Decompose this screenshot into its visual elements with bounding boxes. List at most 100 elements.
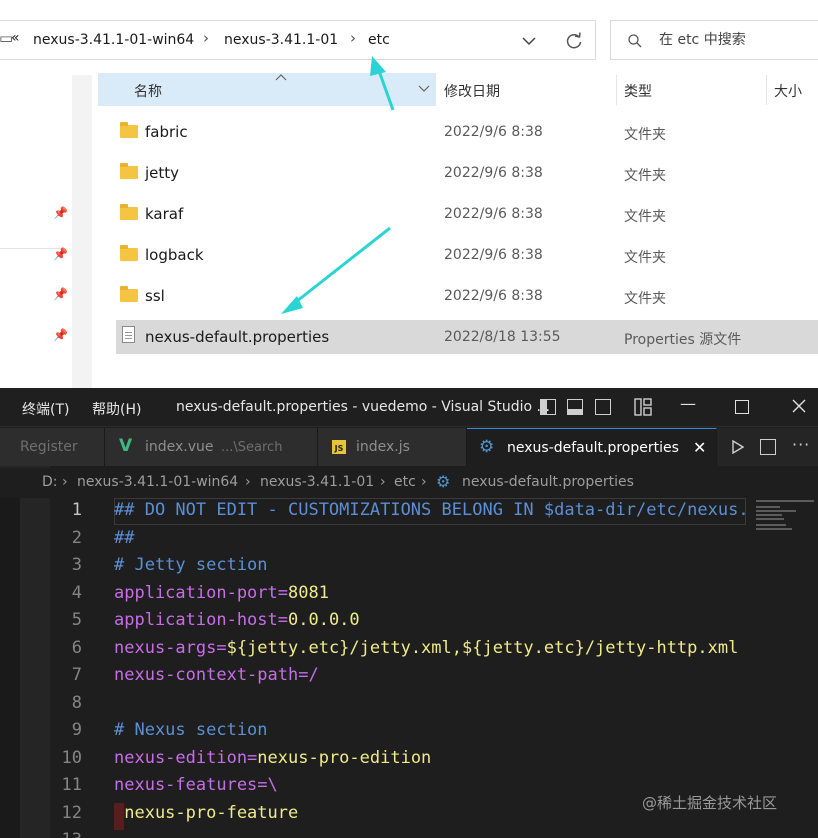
column-name[interactable]: 名称 <box>98 73 436 106</box>
split-editor-icon[interactable] <box>760 439 776 455</box>
chevron-right-icon: › <box>380 474 386 490</box>
tab-label: index.vue <box>145 439 214 455</box>
property-key: nexus-features=\ <box>114 775 278 795</box>
folder-icon <box>120 204 138 220</box>
sort-ascending-icon <box>275 74 287 81</box>
run-icon[interactable] <box>730 440 744 454</box>
column-size[interactable]: 大小 <box>774 81 802 101</box>
line-number-gutter: 1 2 3 4 5 6 7 8 9 10 11 12 13 <box>50 498 112 838</box>
explorer-sidebar <box>0 466 50 838</box>
toggle-panel-icon[interactable] <box>567 399 583 415</box>
more-actions-icon[interactable]: ··· <box>792 435 810 454</box>
search-input[interactable] <box>657 31 818 49</box>
column-divider[interactable] <box>616 75 617 105</box>
file-name: nexus-default.properties <box>145 328 330 346</box>
chevron-right-icon: › <box>245 474 251 490</box>
file-name: jetty <box>145 164 180 182</box>
line-number: 3 <box>71 555 82 575</box>
breadcrumb-etc[interactable]: etc <box>368 32 390 48</box>
breadcrumb-file[interactable]: nexus-default.properties <box>462 474 634 490</box>
tab-index-vue[interactable]: V index.vue ...\Search <box>105 428 318 466</box>
minimap-line <box>756 514 782 516</box>
file-type: 文件夹 <box>624 291 666 307</box>
pin-icon[interactable]: 📌 <box>53 206 68 220</box>
toggle-secondary-sidebar-icon[interactable] <box>595 399 611 415</box>
maximize-icon[interactable] <box>735 400 749 414</box>
pin-icon[interactable]: 📌 <box>53 287 68 301</box>
file-date: 2022/9/6 8:38 <box>444 124 543 140</box>
line-number: 10 <box>61 748 82 768</box>
line-number: 6 <box>71 638 82 658</box>
file-name: fabric <box>145 123 188 141</box>
breadcrumb-nexus[interactable]: nexus-3.41.1-01 <box>224 32 338 48</box>
property-key: application-host= <box>114 610 288 630</box>
code-line: nexus-pro-feature <box>114 803 298 823</box>
file-row[interactable]: jetty 2022/9/6 8:38 文件夹 <box>116 156 818 190</box>
minimap-line <box>756 518 784 520</box>
column-divider[interactable] <box>766 75 767 105</box>
breadcrumb-etc[interactable]: etc <box>394 474 416 490</box>
toggle-sidebar-icon[interactable] <box>540 399 556 415</box>
breadcrumb-win64[interactable]: nexus-3.41.1-01-win64 <box>77 474 238 490</box>
menu-help[interactable]: 帮助(H) <box>92 399 141 419</box>
file-row[interactable]: ssl 2022/9/6 8:38 文件夹 <box>116 279 818 313</box>
refresh-icon[interactable] <box>564 31 584 51</box>
tab-register[interactable]: Register <box>0 428 105 466</box>
file-date: 2022/8/18 13:55 <box>444 329 561 345</box>
address-overflow-button[interactable]: « <box>11 30 20 46</box>
minimize-icon[interactable]: — <box>680 394 696 413</box>
property-key: application-port= <box>114 583 288 603</box>
column-type[interactable]: 类型 <box>624 81 652 101</box>
file-explorer: ▭ « nexus-3.41.1-01-win64 › nexus-3.41.1… <box>0 0 818 388</box>
file-name: logback <box>145 246 204 264</box>
breadcrumb-drive[interactable]: D: <box>42 474 58 490</box>
code-line: ## <box>114 528 135 548</box>
file-row[interactable]: fabric 2022/9/6 8:38 文件夹 <box>116 115 818 149</box>
breadcrumb-win64[interactable]: nexus-3.41.1-01-win64 <box>33 32 194 48</box>
minimap[interactable] <box>750 498 818 838</box>
file-row[interactable]: karaf 2022/9/6 8:38 文件夹 <box>116 197 818 231</box>
line-number: 5 <box>71 610 82 630</box>
sidebar-panel <box>0 498 20 838</box>
menu-terminal[interactable]: 终端(T) <box>22 399 69 419</box>
property-value: 8081 <box>288 583 329 603</box>
close-icon[interactable] <box>792 399 806 413</box>
address-bar[interactable]: ▭ « nexus-3.41.1-01-win64 › nexus-3.41.1… <box>0 20 596 60</box>
property-value: nexus-pro-feature <box>114 803 299 823</box>
code-editor[interactable]: ## DO NOT EDIT - CUSTOMIZATIONS BELONG I… <box>114 498 746 838</box>
code-line: ## DO NOT EDIT - CUSTOMIZATIONS BELONG I… <box>114 500 746 520</box>
chevron-down-icon[interactable] <box>418 85 430 93</box>
file-date: 2022/9/6 8:38 <box>444 247 543 263</box>
search-box[interactable] <box>610 20 818 60</box>
breadcrumb-nexus[interactable]: nexus-3.41.1-01 <box>260 474 374 490</box>
file-date: 2022/9/6 8:38 <box>444 206 543 222</box>
chevron-right-icon: › <box>421 474 427 490</box>
editor-tabs: Register V index.vue ...\Search JS index… <box>0 428 818 466</box>
file-row[interactable]: logback 2022/9/6 8:38 文件夹 <box>116 238 818 272</box>
tab-index-js[interactable]: JS index.js <box>318 428 467 466</box>
file-name: karaf <box>145 205 184 223</box>
file-type: Properties 源文件 <box>624 332 742 348</box>
pin-icon[interactable]: 📌 <box>53 247 68 261</box>
gear-icon: ⚙ <box>479 437 495 457</box>
tab-close-icon[interactable]: ✕ <box>693 438 706 457</box>
tab-nexus-properties[interactable]: ⚙ nexus-default.properties ✕ <box>467 428 717 466</box>
nav-scrollbar[interactable] <box>72 75 92 388</box>
minimap-line <box>756 506 780 508</box>
document-icon <box>122 326 135 343</box>
file-row-selected[interactable]: nexus-default.properties 2022/8/18 13:55… <box>116 320 818 354</box>
customize-layout-icon[interactable] <box>634 398 652 416</box>
line-number: 12 <box>61 803 82 823</box>
file-type: 文件夹 <box>624 209 666 225</box>
vue-icon: V <box>119 436 133 456</box>
minimap-line <box>756 510 796 512</box>
js-icon: JS <box>332 440 346 454</box>
minimap-line <box>756 500 814 502</box>
chevron-down-icon[interactable] <box>521 34 537 48</box>
tab-label: nexus-default.properties <box>507 440 679 456</box>
line-number: 4 <box>71 583 82 603</box>
tab-description: ...\Search <box>221 440 283 455</box>
code-line: # Jetty section <box>114 555 268 575</box>
pin-icon[interactable]: 📌 <box>53 328 68 342</box>
column-date[interactable]: 修改日期 <box>444 81 500 101</box>
